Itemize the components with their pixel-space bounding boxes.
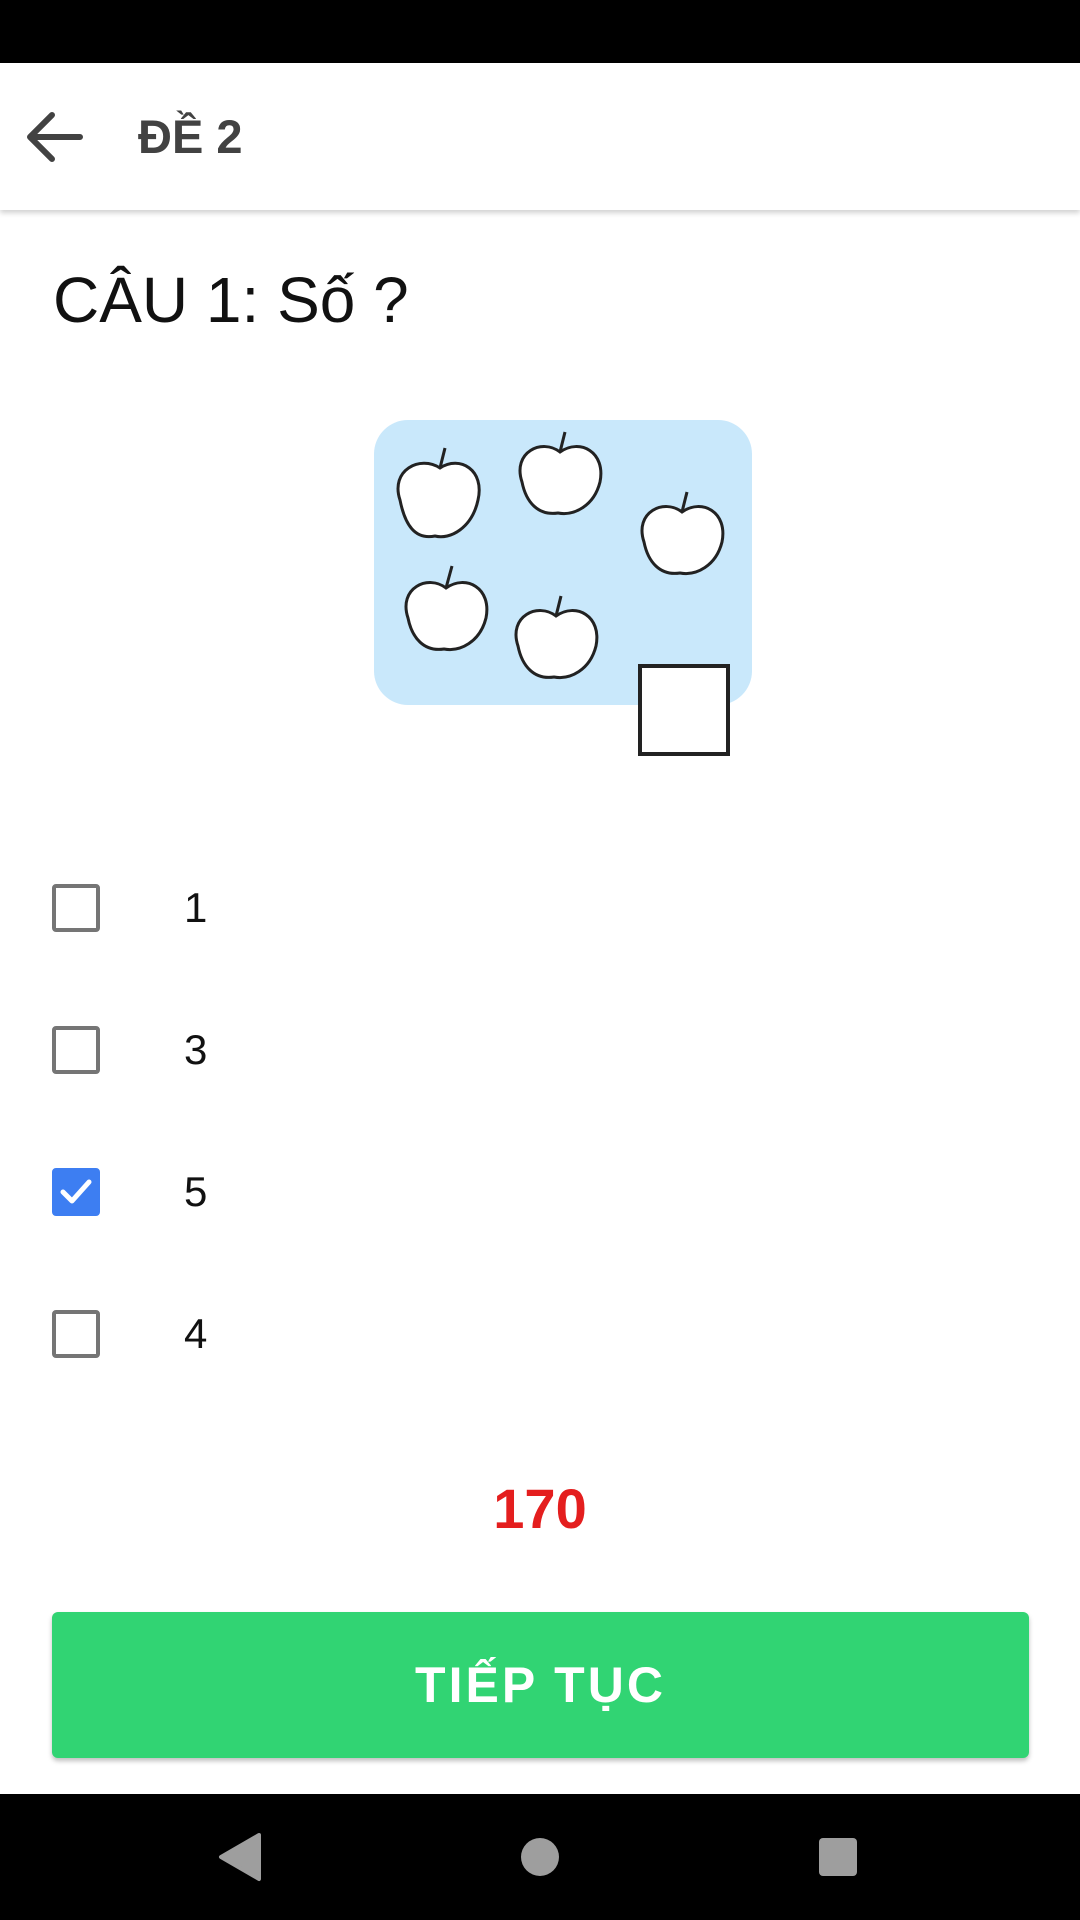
apples-counting-picture	[374, 420, 752, 756]
continue-button-label: TIẾP TỤC	[415, 1657, 666, 1713]
nav-home-circle-icon	[521, 1838, 559, 1876]
status-bar	[0, 0, 1080, 63]
option-label: 4	[184, 1310, 208, 1357]
nav-recents-square-icon	[819, 1838, 857, 1876]
back-button[interactable]	[10, 93, 98, 181]
arrow-left-icon	[27, 112, 83, 162]
checkbox-checked[interactable]	[52, 1168, 100, 1216]
option-label: 1	[184, 884, 208, 931]
timer-countdown: 170	[493, 1477, 587, 1540]
nav-back-button[interactable]	[200, 1817, 280, 1897]
navigation-bar	[0, 1794, 1080, 1920]
option-label: 5	[184, 1168, 208, 1215]
question-image	[360, 400, 760, 770]
nav-back-triangle-icon	[219, 1833, 261, 1881]
checkmark-icon	[60, 1179, 92, 1204]
option-4[interactable]: 4	[40, 1286, 1040, 1382]
app-title: ĐỀ 2	[138, 110, 243, 163]
option-label: 3	[184, 1026, 208, 1073]
nav-home-button[interactable]	[500, 1817, 580, 1897]
app-bar: ĐỀ 2	[0, 63, 1080, 210]
checkbox[interactable]	[52, 1026, 100, 1074]
answer-box	[638, 664, 730, 756]
continue-button[interactable]: TIẾP TỤC	[52, 1612, 1029, 1758]
question-title: CÂU 1: Số ?	[53, 264, 409, 336]
option-1[interactable]: 1	[40, 860, 1040, 956]
checkbox[interactable]	[52, 1310, 100, 1358]
checkbox[interactable]	[52, 884, 100, 932]
nav-recents-button[interactable]	[798, 1817, 878, 1897]
option-3[interactable]: 3	[40, 1002, 1040, 1098]
option-5[interactable]: 5	[40, 1144, 1040, 1240]
